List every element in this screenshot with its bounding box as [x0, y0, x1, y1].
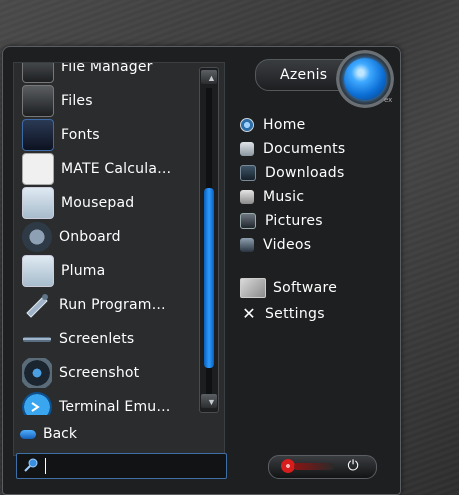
- music-icon: [240, 190, 254, 204]
- videos-icon: [240, 238, 254, 252]
- scroll-up-button[interactable]: ▲: [201, 70, 217, 84]
- place-label: Music: [263, 189, 305, 205]
- text-cursor: [45, 458, 46, 474]
- avatar-badge: ex: [384, 96, 393, 104]
- place-documents[interactable]: Documents: [240, 141, 346, 157]
- scroll-thumb[interactable]: [204, 188, 214, 368]
- app-item-onboard[interactable]: Onboard: [14, 221, 196, 253]
- place-label: Pictures: [265, 213, 323, 229]
- screenlets-icon: [22, 324, 52, 354]
- text-editor-icon: [22, 255, 54, 287]
- software-icon: [240, 278, 266, 298]
- user-name: Azenis: [280, 67, 328, 83]
- applications-panel: File Manager Files Fonts MATE Calcula… M…: [13, 62, 225, 456]
- app-label: MATE Calcula…: [61, 161, 172, 177]
- app-item-mousepad[interactable]: Mousepad: [14, 187, 196, 219]
- pictures-icon: [240, 213, 256, 229]
- app-label: Mousepad: [61, 195, 135, 211]
- app-label: Onboard: [59, 229, 121, 245]
- app-label: Fonts: [61, 127, 100, 143]
- home-icon: [240, 118, 254, 132]
- run-icon: [22, 290, 52, 320]
- search-icon: [24, 458, 38, 472]
- app-item-file-manager[interactable]: File Manager: [14, 63, 196, 83]
- app-label: Screenlets: [59, 331, 135, 347]
- system-item-software[interactable]: Software: [240, 278, 337, 298]
- app-label: Pluma: [61, 263, 106, 279]
- app-item-screenlets[interactable]: Screenlets: [14, 323, 196, 355]
- app-item-run-program[interactable]: Run Program…: [14, 289, 196, 321]
- app-item-calculator[interactable]: MATE Calcula…: [14, 153, 196, 185]
- search-box[interactable]: [16, 453, 227, 479]
- keyboard-gear-icon: [22, 222, 52, 252]
- app-label: File Manager: [61, 63, 153, 75]
- system-label: Settings: [265, 306, 325, 322]
- place-label: Documents: [263, 141, 346, 157]
- app-label: Run Program…: [59, 297, 166, 313]
- place-videos[interactable]: Videos: [240, 237, 311, 253]
- avatar-orb-icon: [344, 58, 386, 100]
- app-label: Screenshot: [59, 365, 140, 381]
- logout-icon[interactable]: [281, 459, 295, 473]
- scroll-down-button[interactable]: ▼: [201, 394, 217, 408]
- files-icon: [22, 85, 54, 117]
- back-arrow-icon: [20, 429, 36, 439]
- app-item-files[interactable]: Files: [14, 85, 196, 117]
- app-item-pluma[interactable]: Pluma: [14, 255, 196, 287]
- place-label: Home: [263, 117, 306, 133]
- terminal-icon: [22, 392, 52, 415]
- place-home[interactable]: Home: [240, 117, 306, 133]
- search-input[interactable]: [43, 456, 218, 474]
- file-manager-icon: [22, 63, 54, 83]
- place-pictures[interactable]: Pictures: [240, 213, 323, 229]
- application-list: File Manager Files Fonts MATE Calcula… M…: [14, 63, 196, 415]
- app-item-screenshot[interactable]: Screenshot: [14, 357, 196, 389]
- camera-icon: [22, 358, 52, 388]
- calculator-icon: [22, 153, 54, 185]
- place-downloads[interactable]: Downloads: [240, 165, 345, 181]
- text-editor-icon: [22, 187, 54, 219]
- place-label: Downloads: [265, 165, 345, 181]
- place-music[interactable]: Music: [240, 189, 304, 205]
- downloads-icon: [240, 165, 256, 181]
- power-icon[interactable]: ⏻: [345, 458, 361, 474]
- settings-icon: ✕: [242, 304, 256, 323]
- documents-icon: [240, 142, 254, 156]
- system-item-settings[interactable]: ✕ Settings: [240, 305, 325, 323]
- back-label: Back: [43, 426, 77, 442]
- logout-bar: [294, 463, 334, 470]
- start-menu: File Manager Files Fonts MATE Calcula… M…: [2, 46, 401, 495]
- system-label: Software: [273, 280, 338, 296]
- place-label: Videos: [263, 237, 312, 253]
- app-item-fonts[interactable]: Fonts: [14, 119, 196, 151]
- app-label: Files: [61, 93, 93, 109]
- fonts-icon: [22, 119, 54, 151]
- app-label: Terminal Emu…: [59, 399, 171, 415]
- app-list-scrollbar[interactable]: ▲ ▼: [199, 67, 219, 413]
- back-button[interactable]: Back: [20, 426, 77, 442]
- app-item-terminal[interactable]: Terminal Emu…: [14, 391, 196, 415]
